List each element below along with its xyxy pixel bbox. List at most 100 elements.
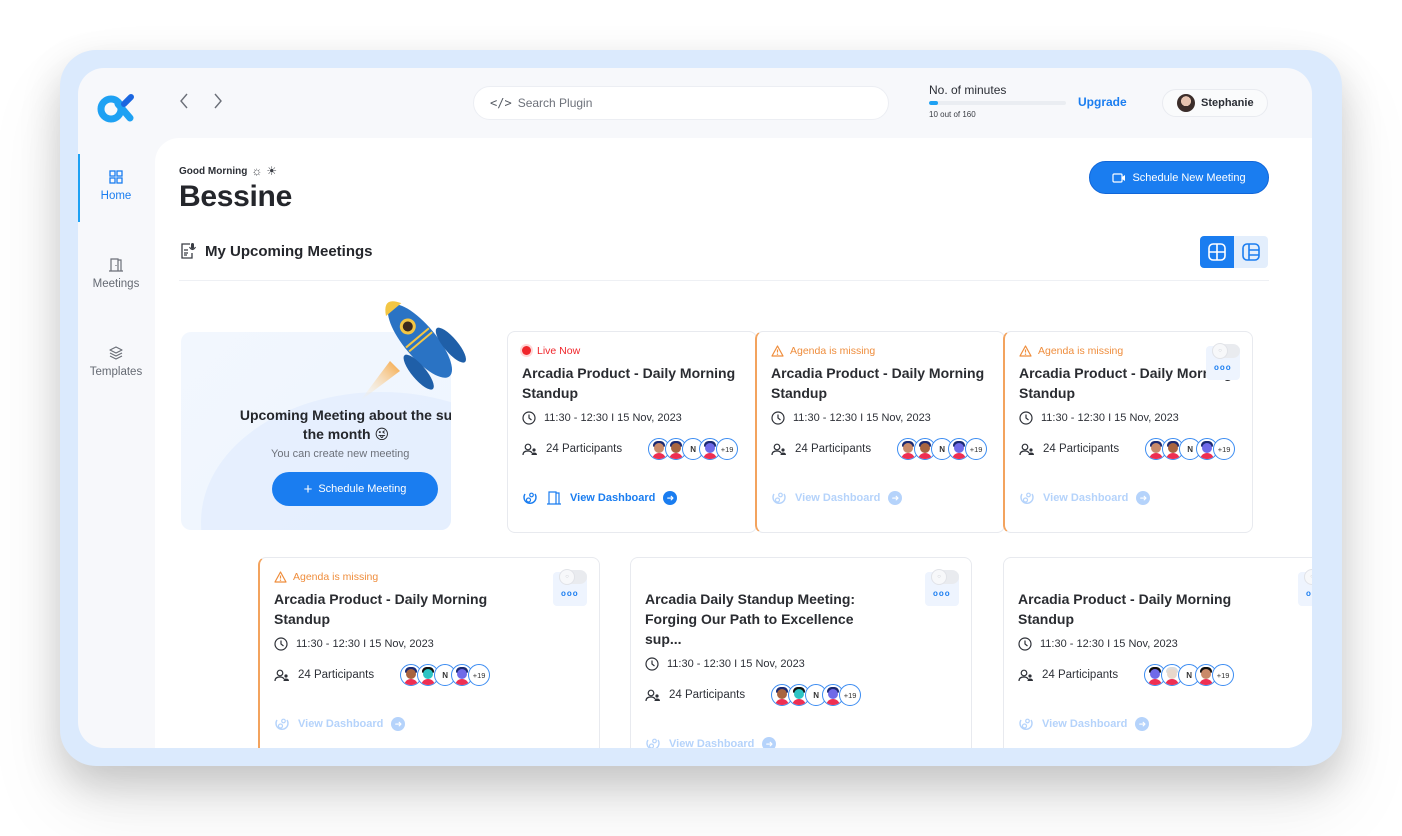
meeting-time: 11:30 - 12:30 I 15 Nov, 2023 (771, 411, 990, 425)
promo-title-line1: Upcoming Meeting about the su (239, 407, 451, 423)
toggle-knob-icon: ○ (931, 569, 947, 585)
search-bar[interactable]: </> (473, 86, 889, 120)
board-view-icon (1242, 243, 1260, 261)
sidebar-label: Templates (89, 365, 143, 378)
toggle-switch[interactable]: ○ (559, 569, 587, 585)
participant-avatars[interactable]: N +19 (771, 684, 862, 706)
promo-title-line2: the month 😜 (302, 426, 390, 442)
minutes-progress-fill (929, 101, 938, 105)
meeting-participants: 24 Participants N +19 (1019, 438, 1238, 460)
meeting-card[interactable]: ○ ooo Agenda is missing Arcadia Product -… (1003, 331, 1253, 533)
participants-count: 24 Participants (298, 669, 375, 681)
grid-icon (109, 169, 123, 184)
meeting-participants: 24 Participants N +19 (274, 664, 585, 686)
toggle-switch[interactable]: ○ (931, 569, 959, 585)
meeting-time: 11:30 - 12:30 I 15 Nov, 2023 (645, 657, 957, 671)
participant-more-count: +19 (468, 664, 491, 686)
section-title: My Upcoming Meetings (205, 242, 373, 260)
section-header: My Upcoming Meetings (179, 242, 373, 260)
clock-icon (522, 411, 536, 425)
view-dashboard-link[interactable]: View Dashboard ➜ (1018, 716, 1312, 732)
agenda-warning: Agenda is missing (771, 344, 990, 357)
participants-count: 24 Participants (669, 689, 746, 701)
user-name: Stephanie (1201, 97, 1254, 109)
toggle-switch[interactable]: ○ (1212, 343, 1240, 359)
schedule-new-meeting-label: Schedule New Meeting (1132, 171, 1246, 184)
meeting-time-text: 11:30 - 12:30 I 15 Nov, 2023 (296, 638, 434, 650)
meeting-card[interactable]: Live Now Arcadia Product - Daily Morning… (507, 331, 757, 533)
users-icon (1018, 669, 1033, 681)
search-input[interactable] (517, 96, 878, 110)
participant-avatars[interactable]: N +19 (648, 438, 739, 460)
minutes-usage: No. of minutes 10 out of 160 (929, 83, 1069, 119)
card-toggle[interactable]: ○ ooo (1298, 569, 1312, 606)
participants-count: 24 Participants (546, 443, 623, 455)
view-dashboard-link[interactable]: View Dashboard ➜ (771, 490, 990, 506)
view-dashboard-label: View Dashboard (795, 492, 881, 504)
users-icon (1019, 443, 1034, 455)
grid-view-icon (1208, 243, 1226, 261)
participant-more-count: +19 (716, 438, 739, 460)
status-empty (1018, 570, 1312, 583)
card-toggle[interactable]: ○ ooo (925, 569, 959, 606)
clock-icon (1019, 411, 1033, 425)
meeting-time-text: 11:30 - 12:30 I 15 Nov, 2023 (1041, 412, 1179, 424)
participant-avatars[interactable]: N +19 (1145, 438, 1236, 460)
view-dashboard-link[interactable]: View Dashboard ➜ (522, 490, 742, 506)
grid-view-button[interactable] (1200, 236, 1234, 268)
view-dashboard-link[interactable]: View Dashboard ➜ (645, 736, 957, 748)
meeting-time: 11:30 - 12:30 I 15 Nov, 2023 (1018, 637, 1312, 651)
participant-avatars[interactable]: N +19 (897, 438, 988, 460)
sidebar-item-home[interactable]: Home (78, 148, 154, 222)
meeting-title: Arcadia Product - Daily Morning Standup (771, 365, 985, 401)
dots-icon: ooo (561, 589, 579, 598)
participant-avatars[interactable]: N +19 (1144, 664, 1235, 686)
users-icon (645, 689, 660, 701)
clock-icon (274, 637, 288, 651)
upgrade-link[interactable]: Upgrade (1078, 95, 1127, 109)
sunrise-icon: ☀ (266, 164, 278, 178)
meeting-card[interactable]: ○ ooo Arcadia Daily Standup Meeting: Forg… (630, 557, 972, 748)
meeting-card[interactable]: ○ ooo Arcadia Product - Daily Morning Sta… (1003, 557, 1312, 748)
document-mic-icon (181, 243, 197, 259)
user-menu[interactable]: Stephanie (1162, 89, 1268, 117)
board-view-button[interactable] (1234, 236, 1268, 268)
meeting-card[interactable]: Agenda is missing Arcadia Product - Dail… (755, 331, 1005, 533)
nav-arrows (178, 92, 228, 114)
warning-icon (771, 344, 784, 357)
back-button[interactable] (178, 92, 194, 114)
users-icon (274, 669, 289, 681)
schedule-new-meeting-button[interactable]: Schedule New Meeting (1089, 161, 1269, 194)
sidebar-item-templates[interactable]: Templates (78, 324, 154, 398)
view-dashboard-link[interactable]: View Dashboard ➜ (274, 716, 585, 732)
dots-icon: ooo (933, 589, 951, 598)
view-dashboard-label: View Dashboard (1043, 492, 1129, 504)
meeting-participants: 24 Participants N +19 (522, 438, 742, 460)
meeting-time-text: 11:30 - 12:30 I 15 Nov, 2023 (1040, 638, 1178, 650)
view-dashboard-link[interactable]: View Dashboard ➜ (1019, 490, 1238, 506)
warning-icon (274, 570, 287, 583)
participants-count: 24 Participants (1043, 443, 1120, 455)
meeting-title: Arcadia Product - Daily Morning Standup (274, 591, 488, 627)
toggle-switch[interactable]: ○ (1304, 569, 1312, 585)
forward-button[interactable] (212, 92, 228, 114)
user-avatar (1177, 94, 1195, 112)
meeting-time: 11:30 - 12:30 I 15 Nov, 2023 (274, 637, 585, 651)
meeting-time-text: 11:30 - 12:30 I 15 Nov, 2023 (667, 658, 805, 670)
meeting-time: 11:30 - 12:30 I 15 Nov, 2023 (522, 411, 742, 425)
status-label: Agenda is missing (293, 570, 379, 583)
status-label: Agenda is missing (790, 344, 876, 357)
arrow-right-icon: ➜ (663, 491, 678, 505)
schedule-meeting-button[interactable]: + Schedule Meeting (272, 472, 438, 506)
meeting-time-text: 11:30 - 12:30 I 15 Nov, 2023 (544, 412, 682, 424)
door-icon (109, 257, 123, 272)
card-toggle[interactable]: ○ ooo (553, 569, 587, 606)
meeting-title: Arcadia Product - Daily Morning Standup (522, 365, 736, 401)
meeting-card[interactable]: ○ ooo Agenda is missing Arcadia Product -… (258, 557, 600, 748)
card-toggle[interactable]: ○ ooo (1206, 343, 1240, 380)
view-dashboard-label: View Dashboard (570, 492, 656, 504)
arrow-right-icon: ➜ (888, 491, 903, 505)
sidebar-item-meetings[interactable]: Meetings (78, 236, 154, 310)
participant-avatars[interactable]: N +19 (400, 664, 491, 686)
toggle-knob-icon: ○ (1304, 569, 1312, 585)
